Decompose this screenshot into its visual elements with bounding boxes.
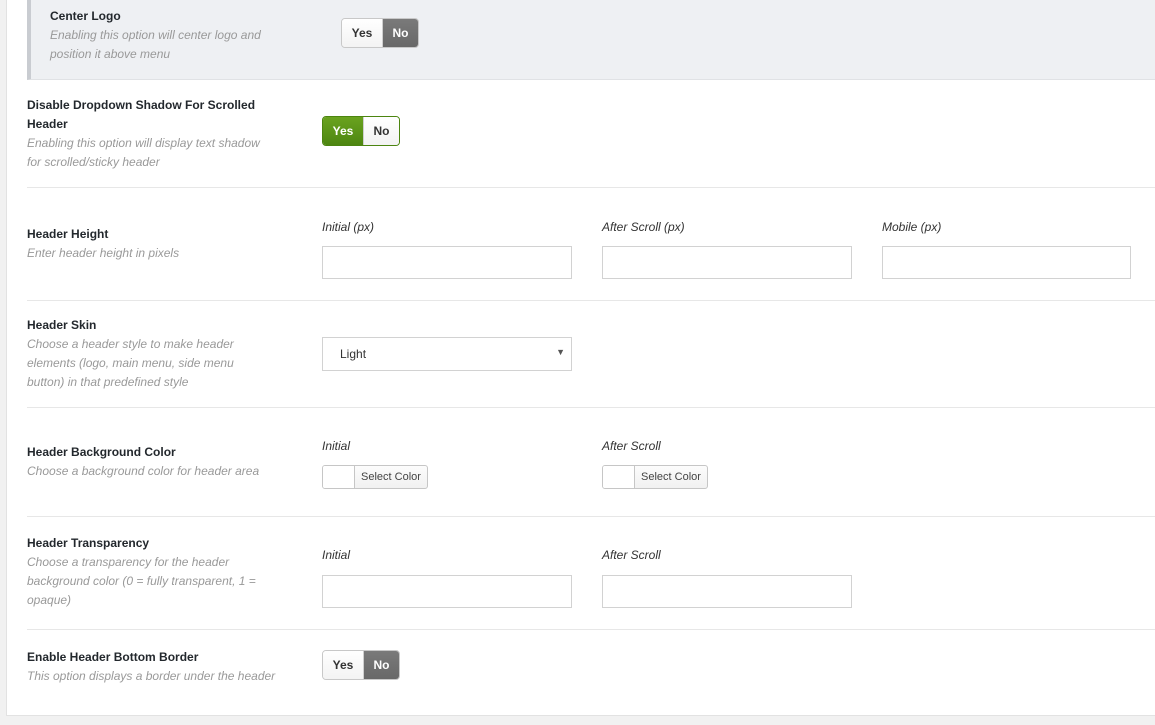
header-skin-selected-value: Light xyxy=(340,347,367,361)
bottom-border-no-button[interactable]: No xyxy=(364,651,399,679)
center-logo-yes-button[interactable]: Yes xyxy=(342,19,383,47)
color-swatch xyxy=(603,466,635,488)
header-height-mobile-input[interactable] xyxy=(882,246,1131,279)
header-bg-color-row: Header Background Color Choose a backgro… xyxy=(27,408,1155,517)
dropdown-shadow-desc-2: for scrolled/sticky header xyxy=(27,155,160,169)
header-skin-desc-1: Choose a header style to make header xyxy=(27,337,234,351)
header-height-after-scroll-label: After Scroll (px) xyxy=(602,220,685,234)
header-skin-select[interactable]: Light ▼ xyxy=(322,337,572,371)
dropdown-shadow-no-button[interactable]: No xyxy=(364,117,399,145)
header-height-initial-label: Initial (px) xyxy=(322,220,375,234)
header-height-initial-input[interactable] xyxy=(322,246,572,279)
center-logo-desc-2: position it above menu xyxy=(50,47,171,61)
header-bg-color-desc: Choose a background color for header are… xyxy=(27,464,260,478)
dropdown-shadow-title-2: Header xyxy=(27,117,68,131)
header-bg-initial-label: Initial xyxy=(322,439,351,453)
bottom-border-desc: This option displays a border under the … xyxy=(27,669,276,683)
bottom-border-yes-button[interactable]: Yes xyxy=(323,651,364,679)
header-skin-desc-2: elements (logo, main menu, side menu xyxy=(27,356,234,370)
select-color-label: Select Color xyxy=(641,471,701,483)
dropdown-shadow-toggle[interactable]: Yes No xyxy=(322,116,400,146)
dropdown-shadow-row: Disable Dropdown Shadow For Scrolled Hea… xyxy=(27,80,1155,188)
header-transparency-after-scroll-input[interactable] xyxy=(602,575,852,608)
header-bg-after-scroll-label: After Scroll xyxy=(602,439,661,453)
header-transparency-desc-2: background color (0 = fully transparent,… xyxy=(27,574,256,588)
header-height-title: Header Height xyxy=(27,227,109,241)
header-bg-after-scroll-color-button[interactable]: Select Color xyxy=(602,465,708,489)
dropdown-shadow-title-1: Disable Dropdown Shadow For Scrolled xyxy=(27,98,256,112)
header-height-after-scroll-input[interactable] xyxy=(602,246,852,279)
header-transparency-title: Header Transparency xyxy=(27,536,150,550)
header-bg-color-title: Header Background Color xyxy=(27,445,176,459)
bottom-border-row: Enable Header Bottom Border This option … xyxy=(27,630,1155,710)
select-color-label: Select Color xyxy=(361,471,421,483)
header-transparency-desc-1: Choose a transparency for the header xyxy=(27,555,230,569)
header-transparency-row: Header Transparency Choose a transparenc… xyxy=(27,517,1155,630)
header-skin-row: Header Skin Choose a header style to mak… xyxy=(27,301,1155,408)
header-transparency-desc-3: opaque) xyxy=(27,593,72,607)
header-transparency-after-scroll-label: After Scroll xyxy=(602,548,661,562)
center-logo-row: Center Logo Enabling this option will ce… xyxy=(27,0,1155,80)
chevron-down-icon: ▼ xyxy=(556,347,565,357)
bottom-border-title: Enable Header Bottom Border xyxy=(27,650,199,664)
header-height-mobile-label: Mobile (px) xyxy=(882,220,942,234)
color-swatch xyxy=(323,466,355,488)
center-logo-title: Center Logo xyxy=(50,9,121,23)
center-logo-toggle[interactable]: Yes No xyxy=(341,18,419,48)
dropdown-shadow-desc-1: Enabling this option will display text s… xyxy=(27,136,260,150)
header-height-row: Header Height Enter header height in pix… xyxy=(27,188,1155,301)
center-logo-no-button[interactable]: No xyxy=(383,19,418,47)
header-transparency-initial-label: Initial xyxy=(322,548,351,562)
header-skin-desc-3: button) in that predefined style xyxy=(27,375,189,389)
dropdown-shadow-yes-button[interactable]: Yes xyxy=(323,117,364,145)
header-skin-title: Header Skin xyxy=(27,318,97,332)
header-height-desc: Enter header height in pixels xyxy=(27,246,180,260)
header-bg-initial-color-button[interactable]: Select Color xyxy=(322,465,428,489)
bottom-border-toggle[interactable]: Yes No xyxy=(322,650,400,680)
header-transparency-initial-input[interactable] xyxy=(322,575,572,608)
center-logo-desc-1: Enabling this option will center logo an… xyxy=(50,28,261,42)
